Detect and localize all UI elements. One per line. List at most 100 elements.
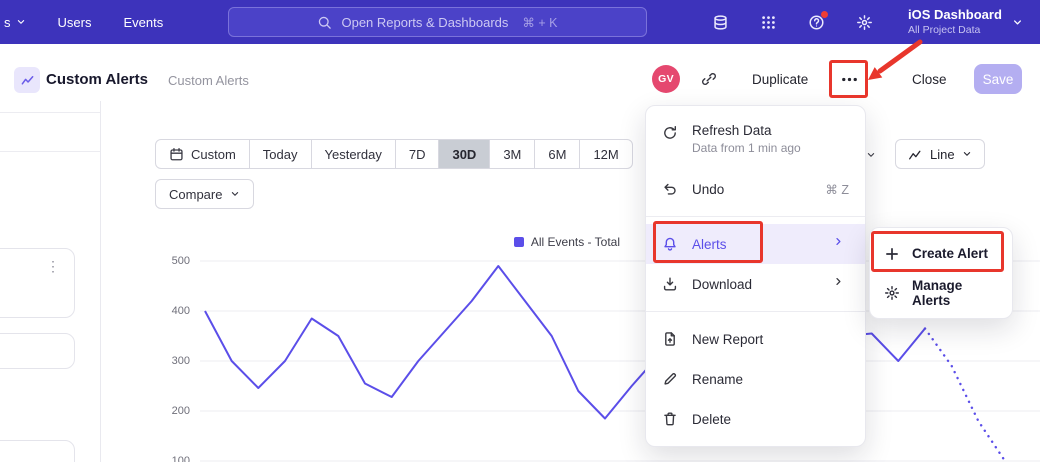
trash-icon	[662, 411, 678, 427]
date-range-label: 12M	[593, 147, 618, 162]
date-range-custom[interactable]: Custom	[155, 139, 250, 169]
search-icon	[317, 15, 332, 30]
menu-item-label: Delete	[692, 412, 731, 427]
more-options-button[interactable]	[833, 63, 865, 95]
top-nav: s Users Events Open Reports & Dashboards ⌘…	[0, 0, 1040, 44]
menu-item-delete[interactable]: Delete	[646, 399, 865, 439]
sidebar-row-divider	[0, 112, 100, 113]
project-subtitle: All Project Data	[908, 24, 1002, 38]
menu-item-refresh-data[interactable]: Refresh Data Data from 1 min ago	[646, 113, 865, 169]
chevron-down-icon	[16, 17, 26, 27]
project-title: iOS Dashboard	[908, 7, 1002, 24]
apps-grid-icon[interactable]	[760, 14, 777, 31]
date-range-label: Custom	[191, 147, 236, 162]
avatar[interactable]: GV	[652, 65, 680, 93]
date-range-picker: Custom TodayYesterday7D 30D 3M 6M 12M	[155, 139, 633, 169]
submenu-item-label: Manage Alerts	[912, 278, 998, 308]
sidebar-card[interactable]	[0, 333, 75, 369]
menu-item-sublabel: Data from 1 min ago	[692, 141, 801, 155]
date-range-6m[interactable]: 6M	[534, 139, 580, 169]
compare-button[interactable]: Compare	[155, 179, 254, 209]
date-range-yesterday[interactable]: Yesterday	[311, 139, 396, 169]
chevron-down-icon	[962, 149, 972, 159]
page-title: Custom Alerts	[46, 71, 148, 88]
nav-item-label: Events	[123, 15, 163, 30]
menu-item-undo[interactable]: Undo ⌘ Z	[646, 169, 865, 209]
search-shortcut: ⌘ + K	[522, 15, 557, 30]
legend-label: All Events - Total	[531, 235, 620, 249]
date-range-label: 6M	[548, 147, 566, 162]
date-range-7d[interactable]: 7D	[395, 139, 440, 169]
menu-item-label: Download	[692, 277, 752, 292]
submenu-item-label: Create Alert	[912, 246, 988, 261]
project-selector[interactable]: iOS Dashboard All Project Data	[908, 0, 1023, 44]
legend-swatch	[514, 237, 524, 247]
menu-item-shortcut: ⌘ Z	[825, 182, 849, 197]
compare-label: Compare	[169, 187, 222, 202]
submenu-item-create-alert[interactable]: Create Alert	[870, 234, 1012, 273]
y-axis-tick: 300	[160, 355, 190, 367]
chevron-down-icon	[230, 187, 240, 202]
app-screen: 500 400 300 200 100 All Events - Total ⋮ Cus…	[0, 0, 1040, 462]
save-button[interactable]: Save	[974, 64, 1022, 94]
sidebar-card[interactable]	[0, 440, 75, 462]
top-nav-items: s Users Events	[4, 0, 163, 44]
refresh-icon	[662, 125, 678, 141]
menu-item-label: Undo	[692, 182, 724, 197]
close-button[interactable]: Close	[912, 72, 947, 87]
download-icon	[662, 276, 678, 292]
menu-item-label: Rename	[692, 372, 743, 387]
duplicate-button[interactable]: Duplicate	[752, 72, 808, 87]
bell-icon	[662, 236, 678, 252]
chart-icon	[20, 73, 35, 88]
nav-item-s[interactable]: s	[4, 15, 26, 30]
date-range-label: 30D	[452, 147, 476, 162]
search-bar[interactable]: Open Reports & Dashboards ⌘ + K	[228, 7, 647, 37]
chart-type-label: Line	[930, 147, 955, 162]
notification-badge	[821, 11, 828, 18]
plus-icon	[884, 246, 900, 262]
y-axis-tick: 500	[160, 255, 190, 267]
date-range-30d[interactable]: 30D	[438, 139, 490, 169]
menu-item-download[interactable]: Download	[646, 264, 865, 304]
y-axis-tick: 400	[160, 305, 190, 317]
y-axis-tick: 200	[160, 405, 190, 417]
link-icon[interactable]	[701, 71, 717, 87]
chart-type-button[interactable]: Line	[895, 139, 985, 169]
alerts-submenu: Create Alert Manage Alerts	[869, 227, 1013, 319]
chart-legend: All Events - Total	[0, 235, 620, 249]
menu-item-alerts[interactable]: Alerts	[646, 224, 865, 264]
menu-item-new-report[interactable]: New Report	[646, 319, 865, 359]
date-range-3m[interactable]: 3M	[489, 139, 535, 169]
line-chart-icon	[908, 147, 923, 162]
data-icon[interactable]	[712, 14, 729, 31]
breadcrumb[interactable]: Custom Alerts	[168, 73, 249, 88]
chevron-down-icon	[1012, 17, 1023, 28]
top-nav-icon-group	[712, 0, 873, 44]
kebab-menu-icon[interactable]: ⋮	[46, 259, 60, 273]
date-range-today[interactable]: Today	[249, 139, 312, 169]
sidebar-card[interactable]: ⋮	[0, 248, 75, 318]
search-placeholder: Open Reports & Dashboards	[341, 15, 508, 30]
menu-item-rename[interactable]: Rename	[646, 359, 865, 399]
menu-item-label: New Report	[692, 332, 763, 347]
chevron-right-icon	[833, 276, 849, 292]
chevron-right-icon	[833, 236, 849, 252]
gear-icon[interactable]	[856, 14, 873, 31]
submenu-item-manage-alerts[interactable]: Manage Alerts	[870, 273, 1012, 312]
nav-item-events[interactable]: Events	[123, 15, 163, 30]
help-icon[interactable]	[808, 14, 825, 31]
date-range-12m[interactable]: 12M	[579, 139, 632, 169]
sidebar-row-divider	[0, 151, 100, 152]
menu-item-label: Refresh Data	[692, 123, 801, 138]
date-range-label: 3M	[503, 147, 521, 162]
context-menu: Refresh Data Data from 1 min ago Undo ⌘ Z Al…	[645, 105, 866, 447]
chevron-down-icon[interactable]	[866, 150, 876, 160]
calendar-icon	[169, 147, 184, 162]
menu-divider	[646, 216, 865, 217]
nav-item-label: Users	[58, 15, 92, 30]
nav-item-users[interactable]: Users	[58, 15, 92, 30]
y-axis-tick: 100	[160, 455, 190, 462]
new-report-icon	[662, 331, 678, 347]
menu-item-text: Refresh Data Data from 1 min ago	[692, 123, 801, 155]
